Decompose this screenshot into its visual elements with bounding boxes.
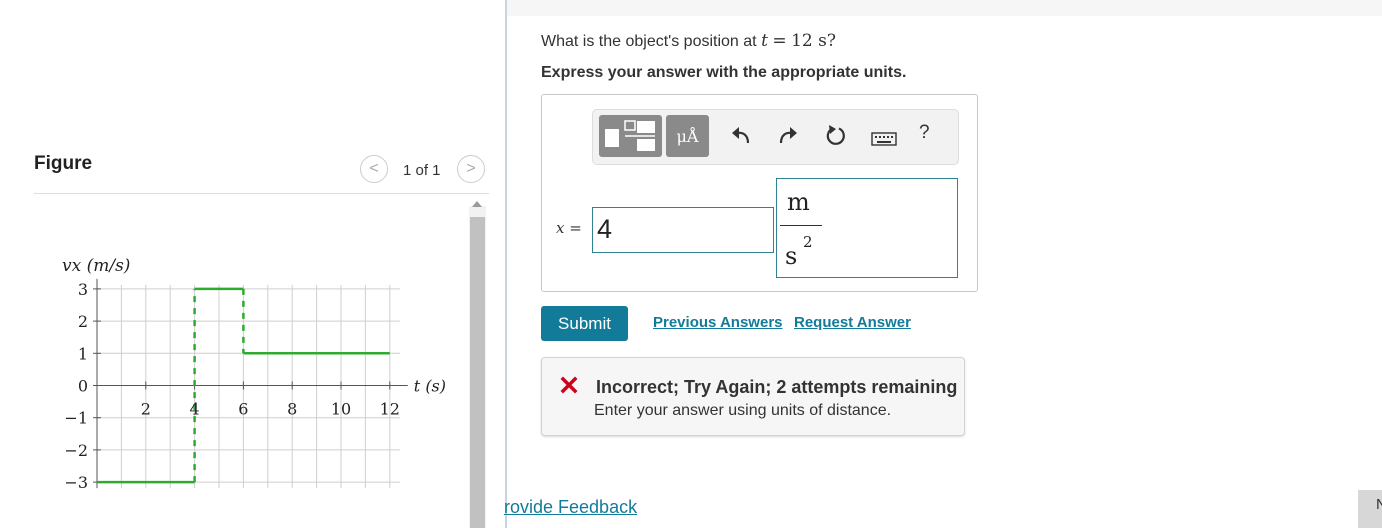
x-tick-label: 4 xyxy=(190,400,200,419)
units-button[interactable]: μÅ xyxy=(666,115,709,157)
undo-button[interactable] xyxy=(727,122,755,150)
top-strip xyxy=(507,0,1382,16)
submit-button[interactable]: Submit xyxy=(541,306,628,341)
x-tick-label: 2 xyxy=(141,400,151,419)
templates-icon xyxy=(605,120,655,151)
panel-divider[interactable] xyxy=(505,0,507,528)
y-tick-label: −1 xyxy=(64,409,88,428)
scroll-up-icon[interactable] xyxy=(472,201,482,207)
question-prefix: What is the object's position at xyxy=(541,33,757,50)
chart-grid xyxy=(97,284,400,489)
y-tick-label: −3 xyxy=(64,473,88,492)
answer-var-label: x = xyxy=(556,219,582,237)
keyboard-icon xyxy=(871,132,897,146)
y-tick-label: 0 xyxy=(78,377,88,396)
units-icon: μÅ xyxy=(676,126,699,146)
provide-feedback-link[interactable]: rovide Feedback xyxy=(504,497,637,518)
redo-button[interactable] xyxy=(774,122,802,150)
unit-numerator: m xyxy=(787,188,810,216)
y-tick-label: 2 xyxy=(78,312,88,331)
error-x-icon xyxy=(560,376,578,399)
y-tick-label: 1 xyxy=(78,344,88,363)
answer-value-input[interactable]: 4 xyxy=(592,207,774,253)
x-axis-label: t (s) xyxy=(414,377,446,396)
previous-answers-link[interactable]: Previous Answers xyxy=(653,314,783,331)
question-eq: = xyxy=(772,31,787,51)
figure-pager-text: 1 of 1 xyxy=(403,162,441,179)
question-text: What is the object's position at t = 12 … xyxy=(541,31,836,51)
keyboard-button[interactable] xyxy=(870,125,898,153)
chart-labels: 3210−1−2−32 4 6 8 10 12vx (m/s)t (s) xyxy=(62,256,446,492)
x-tick-label: 6 xyxy=(238,400,248,419)
feedback-message: Enter your answer using units of distanc… xyxy=(594,402,892,419)
y-tick-label: 3 xyxy=(78,280,88,299)
chart-axes xyxy=(93,278,408,489)
x-tick-label: 12 xyxy=(380,400,400,419)
figure-title: Figure xyxy=(34,153,93,174)
x-tick-label: 8 xyxy=(287,400,297,419)
unit-exponent: 2 xyxy=(803,233,813,251)
redo-icon xyxy=(779,127,797,144)
reset-icon xyxy=(826,125,845,145)
y-axis-label: vx (m/s) xyxy=(62,256,130,276)
unit-fraction-bar xyxy=(780,225,822,226)
velocity-time-chart: 3210−1−2−32 4 6 8 10 12vx (m/s)t (s) xyxy=(62,256,446,492)
y-tick-label: −2 xyxy=(64,441,88,460)
undo-icon xyxy=(732,127,750,144)
instruction-text: Express your answer with the appropriate… xyxy=(541,64,907,81)
templates-button[interactable] xyxy=(599,115,662,157)
unit-denominator: s xyxy=(785,242,798,270)
figure-scroll-thumb[interactable] xyxy=(470,217,485,528)
feedback-title: Incorrect; Try Again; 2 attempts remaini… xyxy=(596,377,958,397)
request-answer-link[interactable]: Request Answer xyxy=(794,314,911,331)
figure-next-button[interactable]: > xyxy=(457,155,485,183)
help-icon[interactable]: ? xyxy=(919,122,930,144)
reset-button[interactable] xyxy=(822,122,850,150)
next-button[interactable]: N xyxy=(1358,490,1382,528)
question-var: t xyxy=(761,31,768,51)
figure-prev-button[interactable]: < xyxy=(360,155,388,183)
x-tick-label: 10 xyxy=(331,400,351,419)
question-value: 12 s? xyxy=(791,31,836,51)
figure-divider xyxy=(34,193,489,194)
